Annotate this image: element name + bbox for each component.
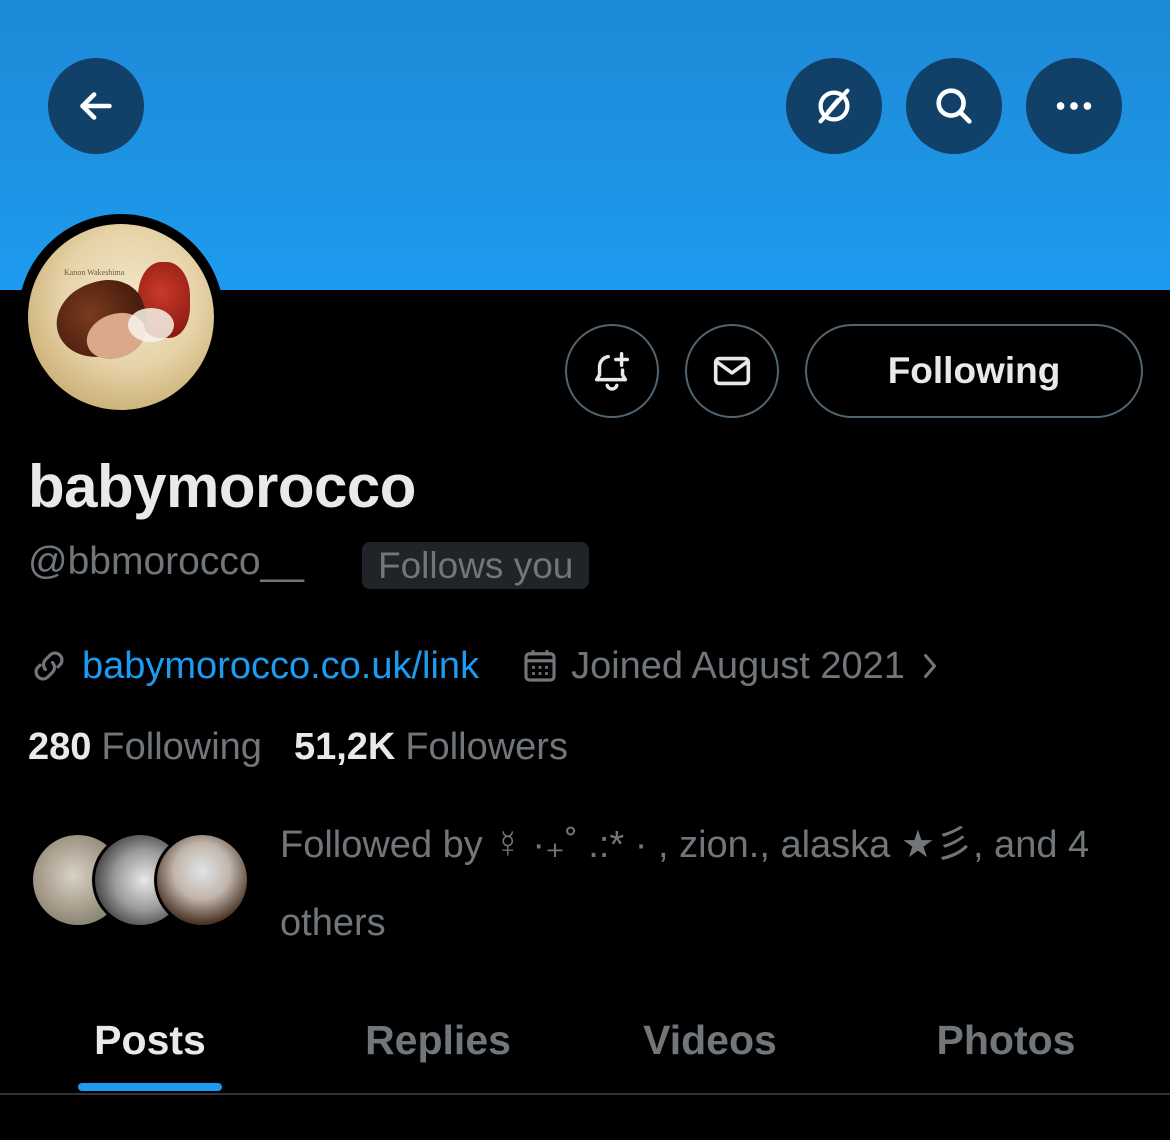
follow-stats: 280 Following 51,2K Followers [28, 726, 568, 769]
followed-by-text[interactable]: Followed by ☿ ·₊˚ .:* · , zion., alaska … [280, 806, 1130, 962]
more-dots-icon [1056, 102, 1092, 110]
tab-posts[interactable]: Posts [60, 990, 240, 1090]
tab-replies[interactable]: Replies [340, 990, 536, 1090]
more-button[interactable] [1026, 58, 1122, 154]
followers-count: 51,2K [293, 726, 396, 768]
following-button[interactable]: Following [805, 324, 1143, 418]
arrow-left-icon [80, 92, 112, 120]
calendar-icon [524, 650, 556, 682]
avatar[interactable]: Kanon Wakeshima [28, 224, 214, 410]
tabs-divider [0, 1093, 1170, 1095]
following-stat[interactable]: 280 Following [28, 726, 262, 769]
following-count: 280 [28, 726, 92, 768]
slashed-circle-icon [818, 88, 850, 124]
profile-page: Kanon Wakeshima Following babymorocco @b… [0, 0, 1170, 1140]
user-handle: @bbmorocco__ [28, 540, 304, 583]
joined-date-row[interactable]: Joined August 2021 [519, 645, 945, 688]
avatar-flowers-shape [128, 308, 174, 342]
link-icon [34, 651, 64, 681]
chevron-right-icon [923, 654, 936, 678]
profile-meta-row: babymorocco.co.uk/link Joined August 202… [28, 638, 945, 694]
follower-avatar[interactable] [154, 832, 250, 928]
profile-tabs: Posts Replies Videos Photos [0, 990, 1170, 1094]
envelope-icon [713, 356, 751, 386]
following-label: Following [101, 726, 262, 768]
bell-plus-icon [594, 352, 630, 391]
grok-button[interactable] [786, 58, 882, 154]
tab-videos[interactable]: Videos [612, 990, 808, 1090]
search-button[interactable] [906, 58, 1002, 154]
followers-label: Followers [405, 726, 568, 768]
search-icon [936, 88, 972, 124]
back-button[interactable] [48, 58, 144, 154]
followers-stat[interactable]: 51,2K Followers [294, 726, 568, 769]
tab-photos[interactable]: Photos [906, 990, 1106, 1090]
active-tab-indicator [78, 1083, 222, 1091]
follows-you-badge: Follows you [362, 542, 590, 589]
avatar-cover-text: Kanon Wakeshima [64, 268, 125, 277]
website-link[interactable]: babymorocco.co.uk/link [82, 645, 479, 688]
display-name: babymorocco [28, 453, 416, 520]
notifications-button[interactable] [565, 324, 659, 418]
message-button[interactable] [685, 324, 779, 418]
joined-date: Joined August 2021 [571, 644, 905, 687]
